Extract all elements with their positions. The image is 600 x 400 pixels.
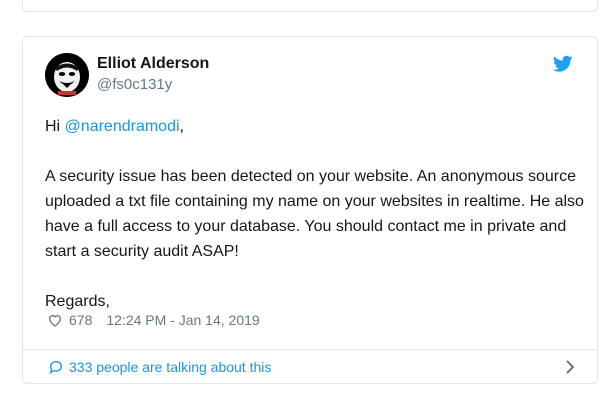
heart-icon[interactable] bbox=[47, 312, 63, 328]
talking-count[interactable]: 333 people are talking about this bbox=[69, 359, 271, 375]
previous-tweet-card bbox=[22, 0, 598, 12]
greeting: Hi bbox=[45, 118, 65, 135]
tweet-card[interactable]: Elliot Alderson @fs0c131y Hi @narendramo… bbox=[22, 36, 598, 384]
like-count[interactable]: 678 bbox=[69, 312, 92, 328]
author-name[interactable]: Elliot Alderson bbox=[97, 55, 209, 73]
fsociety-mask-icon bbox=[45, 53, 89, 97]
mention-link[interactable]: @narendramodi bbox=[65, 118, 180, 135]
speech-bubble-icon bbox=[49, 361, 62, 374]
author-handle[interactable]: @fs0c131y bbox=[97, 76, 172, 93]
chevron-right-icon[interactable] bbox=[565, 359, 575, 375]
twitter-bird-icon[interactable] bbox=[553, 55, 573, 73]
greeting-punct: , bbox=[179, 118, 184, 135]
conversation-link[interactable]: 333 people are talking about this bbox=[23, 350, 597, 384]
tweet-signoff: Regards, bbox=[45, 293, 110, 310]
tweet-text: Hi @narendramodi, A security issue has b… bbox=[45, 114, 585, 314]
tweet-meta: 678 12:24 PM - Jan 14, 2019 bbox=[47, 312, 260, 328]
avatar[interactable] bbox=[45, 53, 89, 97]
greeting-line: Hi @narendramodi, bbox=[45, 114, 585, 139]
tweet-body: A security issue has been detected on yo… bbox=[45, 168, 584, 260]
timestamp[interactable]: 12:24 PM - Jan 14, 2019 bbox=[106, 312, 259, 328]
